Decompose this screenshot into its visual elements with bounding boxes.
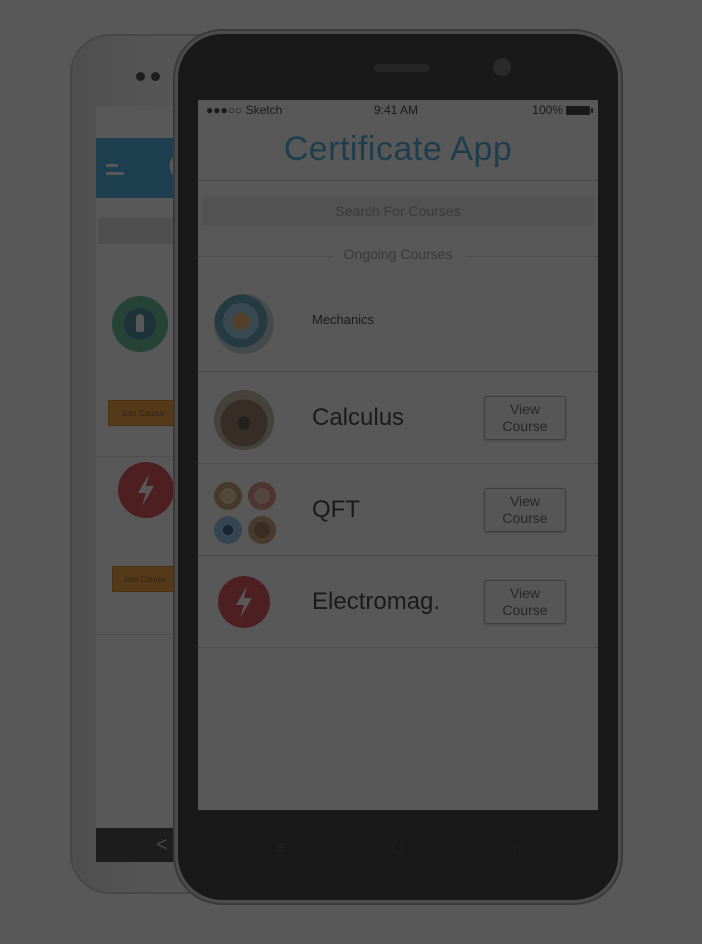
back-key-icon[interactable]: ‹ (512, 840, 517, 858)
carrier-label: ●●●○○ Sketch (206, 103, 283, 117)
back-nav-back-icon[interactable]: < (156, 834, 168, 857)
course-avatar-qft (214, 482, 278, 546)
course-name: Calculus (312, 404, 405, 431)
course-row-electromag[interactable]: Electromag. View Course (198, 556, 598, 648)
section-header: Ongoing Courses (198, 246, 598, 266)
course-name: QFT (312, 496, 360, 523)
join-course-button[interactable]: Join Course (108, 400, 178, 426)
android-navigation-bar: ≡ □ ‹ (198, 810, 598, 900)
course-avatar-calculus (214, 390, 274, 450)
front-phone-device: ●●●○○ Sketch 9:41 AM 100% Certificate Ap… (178, 34, 618, 900)
section-label: Ongoing Courses (343, 246, 453, 262)
view-course-button[interactable]: View Course (484, 488, 566, 532)
battery-status: 100% (532, 103, 593, 117)
status-bar: ●●●○○ Sketch 9:41 AM 100% (198, 100, 598, 120)
battery-icon (566, 105, 593, 115)
status-time: 9:41 AM (374, 103, 419, 117)
section-divider-left (198, 256, 334, 257)
view-course-button[interactable]: View Course (484, 580, 566, 624)
course-avatar-mechanics (214, 294, 274, 354)
menu-key-icon[interactable]: ≡ (276, 840, 285, 858)
course-row-qft[interactable]: QFT View Course (198, 464, 598, 556)
course-row-mechanics[interactable]: Mechanics (198, 276, 598, 372)
course-row-calculus[interactable]: Calculus View Course (198, 372, 598, 464)
section-divider-right (468, 256, 598, 257)
front-camera (493, 58, 511, 76)
course-name: Electromag. (312, 588, 441, 615)
earpiece-speaker (374, 64, 430, 72)
join-course-button[interactable]: Join Course (112, 566, 178, 592)
title-divider (198, 180, 598, 181)
search-input[interactable] (202, 196, 594, 226)
lightning-bolt-icon (218, 576, 270, 628)
front-phone-screen: ●●●○○ Sketch 9:41 AM 100% Certificate Ap… (198, 100, 598, 810)
page-title: Certificate App (283, 130, 513, 168)
screenshot-stage: C Join Course Join Course < ●●●○○ Sketch… (0, 0, 702, 944)
rocket-icon (112, 296, 168, 352)
view-course-button[interactable]: View Course (484, 396, 566, 440)
back-phone-sensor-dots (136, 72, 160, 81)
hamburger-menu-icon[interactable] (106, 164, 124, 180)
battery-percent: 100% (532, 103, 563, 117)
course-name: Mechanics (312, 312, 375, 327)
lightning-bolt-icon (118, 462, 174, 518)
home-key-icon[interactable]: □ (392, 840, 402, 858)
